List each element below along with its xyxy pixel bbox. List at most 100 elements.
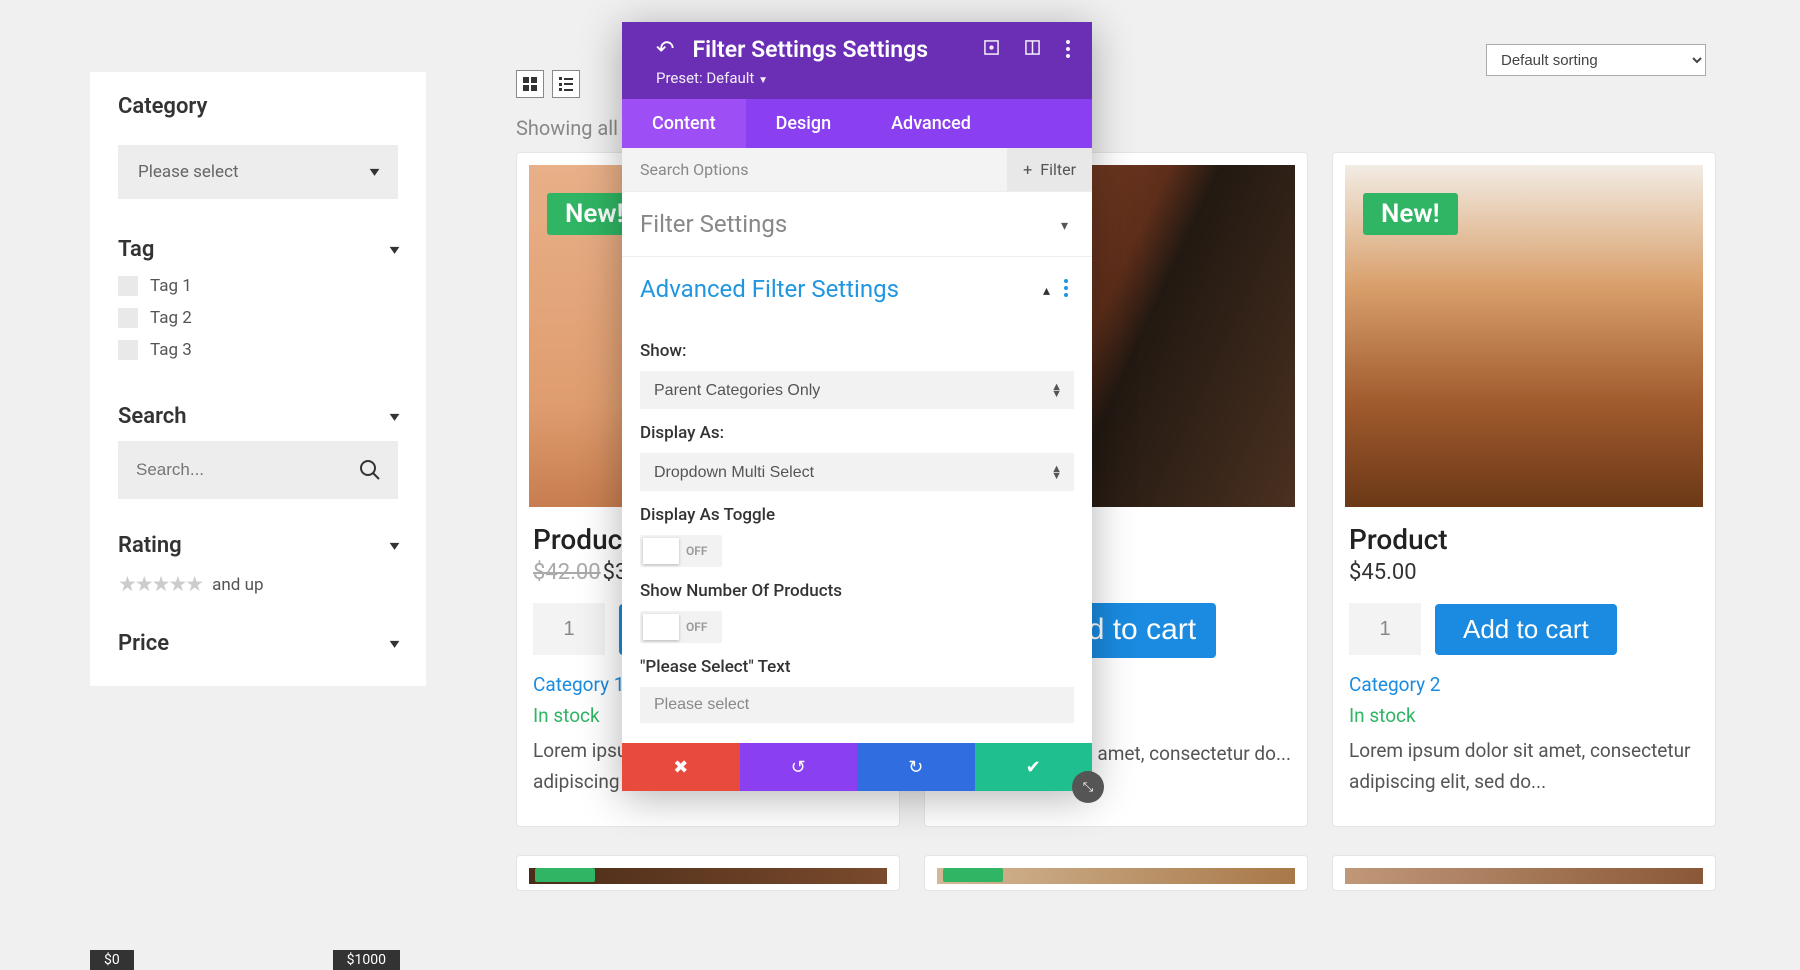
rating-title: Rating xyxy=(118,533,182,558)
preset-label[interactable]: Preset: Default ▼ xyxy=(656,69,1070,87)
checkbox[interactable] xyxy=(118,308,138,328)
search-header[interactable]: Search xyxy=(118,404,398,429)
display-as-toggle[interactable]: OFF xyxy=(640,535,722,567)
chevron-down-icon xyxy=(390,636,400,652)
tag-title: Tag xyxy=(118,237,154,262)
price-min-handle[interactable]: $0 xyxy=(90,950,134,970)
cancel-button[interactable]: ✖ xyxy=(622,743,740,791)
modal-title: Filter Settings Settings xyxy=(692,36,966,63)
advanced-filter-section[interactable]: Advanced Filter Settings xyxy=(622,257,1092,321)
search-input[interactable] xyxy=(136,460,358,480)
checkbox[interactable] xyxy=(118,276,138,296)
add-filter-label: Filter xyxy=(1040,160,1076,179)
product-category[interactable]: Category 2 xyxy=(1345,655,1703,696)
undo-button[interactable]: ↺ xyxy=(740,743,858,791)
price: $45.00 xyxy=(1349,560,1417,585)
chevron-up-icon xyxy=(1043,279,1050,300)
back-icon[interactable]: ↶ xyxy=(656,37,674,62)
category-placeholder: Please select xyxy=(138,162,239,182)
kebab-icon[interactable] xyxy=(1066,40,1070,59)
product-image: New! xyxy=(1345,165,1703,507)
chevron-down-icon xyxy=(370,164,380,180)
add-filter-button[interactable]: +Filter xyxy=(1007,148,1092,191)
product-desc: Lorem ipsum dolor sit amet, consectetur … xyxy=(1345,727,1703,798)
new-badge xyxy=(943,868,1003,882)
chevron-down-icon xyxy=(1061,214,1068,235)
tag-list: Tag 1 Tag 2 Tag 3 xyxy=(118,270,398,366)
toggle-handle xyxy=(643,614,679,640)
product-price: $45.00 xyxy=(1345,560,1703,585)
new-badge xyxy=(535,868,595,882)
modal-header: ↶ Filter Settings Settings Preset: Defau… xyxy=(622,22,1092,99)
show-number-toggle[interactable]: OFF xyxy=(640,611,722,643)
expand-icon[interactable] xyxy=(984,40,999,59)
search-icon[interactable] xyxy=(358,458,382,482)
search-options-row: Search Options +Filter xyxy=(622,148,1092,192)
filters-sidebar: Category Please select Tag Tag 1 Tag 2 T… xyxy=(90,72,426,686)
modal-tabs: Content Design Advanced xyxy=(622,99,1092,148)
preset-text: Preset: Default xyxy=(656,69,754,87)
grid-view-button[interactable] xyxy=(516,70,544,98)
old-price: $42.00 xyxy=(533,560,601,585)
tag-item[interactable]: Tag 1 xyxy=(118,270,398,302)
toggle-handle xyxy=(643,538,679,564)
list-icon xyxy=(559,77,573,91)
tag-item[interactable]: Tag 2 xyxy=(118,302,398,334)
grid-icon xyxy=(523,77,537,91)
product-card xyxy=(924,855,1308,891)
advanced-fields: Show: Parent Categories Only ▲▼ Display … xyxy=(622,321,1092,743)
modal-body: Search Options +Filter Filter Settings A… xyxy=(622,148,1092,743)
resize-handle[interactable]: ⤡ xyxy=(1072,771,1104,803)
please-select-label: "Please Select" Text xyxy=(640,657,1074,677)
price-title: Price xyxy=(118,631,169,656)
kebab-icon[interactable] xyxy=(1064,279,1068,300)
search-box xyxy=(118,441,398,499)
qty-input[interactable] xyxy=(1349,603,1421,655)
show-label: Show: xyxy=(640,341,1074,361)
section-title: Advanced Filter Settings xyxy=(640,275,899,303)
display-as-label: Display As: xyxy=(640,423,1074,443)
toggle-state: OFF xyxy=(682,620,707,634)
price-max-handle[interactable]: $1000 xyxy=(333,950,400,970)
show-select[interactable]: Parent Categories Only xyxy=(640,371,1074,409)
please-select-input[interactable] xyxy=(640,687,1074,723)
tab-design[interactable]: Design xyxy=(746,99,861,148)
tag-label: Tag 3 xyxy=(150,340,192,360)
sort-select[interactable]: Default sorting xyxy=(1486,44,1706,76)
new-badge: New! xyxy=(1363,193,1458,235)
product-title[interactable]: Product xyxy=(1345,507,1703,560)
add-to-cart-button[interactable]: Add to cart xyxy=(1435,604,1617,655)
star-icon: ★★★★★ xyxy=(118,572,202,597)
checkbox[interactable] xyxy=(118,340,138,360)
rating-header[interactable]: Rating xyxy=(118,533,398,558)
search-options-label[interactable]: Search Options xyxy=(640,148,748,191)
columns-icon[interactable] xyxy=(1025,40,1040,59)
product-card: New! Product $45.00 Add to cart Category… xyxy=(1332,152,1716,827)
product-card xyxy=(516,855,900,891)
filter-settings-section[interactable]: Filter Settings xyxy=(622,192,1092,257)
list-view-button[interactable] xyxy=(552,70,580,98)
category-title: Category xyxy=(118,72,398,137)
show-number-label: Show Number Of Products xyxy=(640,581,1074,601)
display-toggle-label: Display As Toggle xyxy=(640,505,1074,525)
tab-content[interactable]: Content xyxy=(622,99,746,148)
rating-row[interactable]: ★★★★★ and up xyxy=(118,572,398,597)
product-card xyxy=(1332,855,1716,891)
qty-input[interactable] xyxy=(533,603,605,655)
settings-modal: ↶ Filter Settings Settings Preset: Defau… xyxy=(622,22,1092,791)
section-title: Filter Settings xyxy=(640,210,787,238)
redo-button[interactable]: ↻ xyxy=(857,743,975,791)
tag-label: Tag 1 xyxy=(150,276,192,296)
chevron-down-icon xyxy=(390,409,400,425)
tag-header[interactable]: Tag xyxy=(118,237,398,262)
search-title: Search xyxy=(118,404,187,429)
display-as-select[interactable]: Dropdown Multi Select xyxy=(640,453,1074,491)
product-grid-row2 xyxy=(516,855,1716,891)
tag-item[interactable]: Tag 3 xyxy=(118,334,398,366)
category-select[interactable]: Please select xyxy=(118,145,398,199)
price-header[interactable]: Price xyxy=(118,631,398,656)
chevron-down-icon xyxy=(390,538,400,554)
tab-advanced[interactable]: Advanced xyxy=(861,99,1001,148)
stock-status: In stock xyxy=(1345,696,1703,727)
rating-suffix: and up xyxy=(212,575,263,595)
